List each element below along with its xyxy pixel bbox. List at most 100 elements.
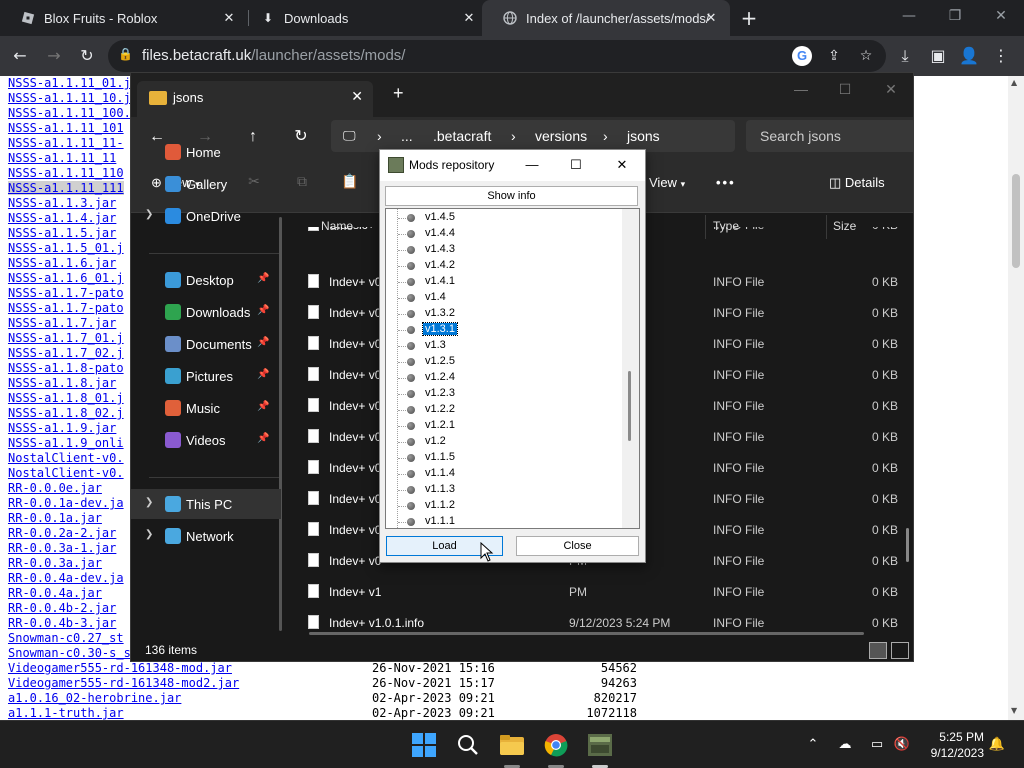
close-window-icon[interactable]: ✕ [978, 0, 1024, 36]
nav-item-videos[interactable]: Videos 📌 [131, 425, 281, 455]
refresh-icon[interactable]: ↻ [289, 125, 313, 149]
pin-icon[interactable]: 📌 [257, 401, 269, 412]
tab-index-mods[interactable]: Index of /launcher/assets/mods/ ✕ [482, 0, 730, 36]
nav-item-this-pc[interactable]: ❯ This PC [131, 489, 281, 519]
nav-item-music[interactable]: Music 📌 [131, 393, 281, 423]
nav-item-onedrive[interactable]: ❯ OneDrive [131, 201, 281, 231]
pin-icon[interactable]: 📌 [257, 337, 269, 348]
nav-item-home[interactable]: Home [131, 137, 281, 167]
forward-arrow-icon[interactable]: → [42, 44, 66, 68]
breadcrumb-versions[interactable]: versions [535, 128, 587, 144]
version-node[interactable]: v1.1.4 [386, 466, 622, 482]
details-view-icon[interactable] [869, 642, 887, 659]
file-link[interactable]: Videogamer555-rd-161348-mod.jar [8, 661, 232, 675]
scroll-up-icon[interactable]: ▲ [1011, 78, 1017, 87]
windows-start-icon[interactable] [408, 729, 440, 761]
google-lens-icon[interactable]: G [792, 46, 812, 66]
search-input[interactable]: Search jsons [760, 128, 841, 144]
pin-icon[interactable]: 📌 [257, 273, 269, 284]
file-link[interactable]: RR-0.0.1a.jar [8, 511, 102, 525]
file-link[interactable]: NSSS-a1.1.7_01.j [8, 331, 124, 345]
version-node[interactable]: v1.4.3 [386, 242, 622, 258]
version-node[interactable]: v1.1.2 [386, 498, 622, 514]
close-icon[interactable]: ✕ [460, 9, 478, 27]
file-link[interactable]: NSSS-a1.1.11_11- [8, 136, 124, 150]
profile-icon[interactable]: 👤 [957, 44, 981, 68]
breadcrumb-betacraft[interactable]: .betacraft [433, 128, 491, 144]
version-node[interactable]: v1.3.2 [386, 306, 622, 322]
reload-icon[interactable]: ↻ [75, 44, 99, 68]
close-icon[interactable]: ✕ [351, 88, 363, 105]
file-link[interactable]: RR-0.0.4a.jar [8, 586, 102, 600]
file-link[interactable]: RR-0.0.1a-dev.ja [8, 496, 124, 510]
pin-icon[interactable]: 📌 [257, 305, 269, 316]
file-link[interactable]: NSSS-a1.1.11_11 [8, 151, 116, 165]
file-link[interactable]: RR-0.0.3a-1.jar [8, 541, 116, 555]
search-box[interactable]: Search jsons [746, 120, 913, 152]
breadcrumb[interactable]: 🖵 › ... .betacraft › versions › jsons [331, 120, 735, 152]
chevron-up-icon[interactable]: ⌃ [804, 736, 822, 754]
version-node[interactable]: v1.2.3 [386, 386, 622, 402]
display-icon[interactable]: ▭ [868, 736, 886, 754]
nav-item-documents[interactable]: Documents 📌 [131, 329, 281, 359]
file-link[interactable]: RR-0.0.4a-dev.ja [8, 571, 124, 585]
tree-scrollbar[interactable] [622, 209, 639, 528]
file-link[interactable]: NostalClient-v0. [8, 451, 124, 465]
version-node[interactable]: v1.3 [386, 338, 622, 354]
nav-item-network[interactable]: ❯ Network [131, 521, 281, 551]
version-node[interactable]: v1.1.5 [386, 450, 622, 466]
minimize-icon[interactable]: — [781, 77, 821, 101]
version-node[interactable]: v1.1.3 [386, 482, 622, 498]
address-bar[interactable]: 🔒 files.betacraft.uk/launcher/assets/mod… [108, 40, 886, 72]
view-button[interactable]: View ▾ [649, 175, 685, 190]
file-link[interactable]: NSSS-a1.1.7.jar [8, 316, 116, 330]
bookmark-star-icon[interactable]: ☆ [856, 46, 876, 66]
nav-item-gallery[interactable]: Gallery [131, 169, 281, 199]
nav-item-desktop[interactable]: Desktop 📌 [131, 265, 281, 295]
side-panel-icon[interactable]: ▣ [926, 44, 950, 68]
file-link[interactable]: RR-0.0.3a.jar [8, 556, 102, 570]
new-tab-icon[interactable]: + [393, 83, 404, 104]
show-info-button[interactable]: Show info [385, 186, 638, 206]
file-link[interactable]: NSSS-a1.1.4.jar [8, 211, 116, 225]
version-node[interactable]: v1.3.1 [386, 322, 622, 338]
close-icon[interactable]: ✕ [220, 9, 238, 27]
file-link[interactable]: a1.1.1-truth.jar [8, 706, 124, 720]
copy-icon[interactable]: ⧉ [293, 173, 311, 191]
version-node[interactable]: v1.4.4 [386, 226, 622, 242]
file-link[interactable]: RR-0.0.4b-3.jar [8, 616, 116, 630]
file-link[interactable]: NSSS-a1.1.6.jar [8, 256, 116, 270]
url-text[interactable]: files.betacraft.uk/launcher/assets/mods/ [142, 47, 405, 64]
vertical-scrollbar[interactable] [906, 528, 909, 562]
version-node[interactable]: v1.2.4 [386, 370, 622, 386]
chrome-icon[interactable] [540, 729, 572, 761]
scroll-thumb[interactable] [1012, 174, 1020, 268]
file-link[interactable]: Snowman-c0.27_st [8, 631, 124, 645]
minimize-icon[interactable]: — [516, 154, 548, 176]
file-link[interactable]: NSSS-a1.1.8_02.j [8, 406, 124, 420]
maximize-icon[interactable]: ☐ [560, 154, 592, 176]
paste-icon[interactable]: 📋 [341, 173, 359, 191]
file-link[interactable]: NSSS-a1.1.9.jar [8, 421, 116, 435]
pin-icon[interactable]: 📌 [257, 433, 269, 444]
version-node[interactable]: v1.2.1 [386, 418, 622, 434]
file-link[interactable]: NSSS-a1.1.5.jar [8, 226, 116, 240]
file-link[interactable]: Snowman-c0.30-s_s [8, 646, 131, 660]
file-link[interactable]: RR-0.0.2a-2.jar [8, 526, 116, 540]
file-link[interactable]: a1.0.16_02-herobrine.jar [8, 691, 181, 705]
file-link[interactable]: NSSS-a1.1.7_02.j [8, 346, 124, 360]
scroll-down-icon[interactable]: ▼ [1011, 706, 1017, 715]
file-link[interactable]: NSSS-a1.1.7-pato [8, 286, 124, 300]
tiles-view-icon[interactable] [891, 642, 909, 659]
file-link[interactable]: Videogamer555-rd-161348-mod2.jar [8, 676, 239, 690]
scroll-thumb[interactable] [628, 371, 631, 441]
file-link[interactable]: NSSS-a1.1.6_01.j [8, 271, 124, 285]
new-tab-icon[interactable]: + [737, 6, 761, 30]
share-icon[interactable]: ⇪ [824, 46, 844, 66]
file-link[interactable]: NostalClient-v0. [8, 466, 124, 480]
file-link[interactable]: NSSS-a1.1.11_111 [8, 181, 124, 195]
version-node[interactable]: v1.1.1 [386, 514, 622, 528]
version-node[interactable]: v1.4.5 [386, 210, 622, 226]
page-scrollbar[interactable]: ▲ ▼ [1008, 76, 1024, 720]
file-link[interactable]: NSSS-a1.1.8_01.j [8, 391, 124, 405]
